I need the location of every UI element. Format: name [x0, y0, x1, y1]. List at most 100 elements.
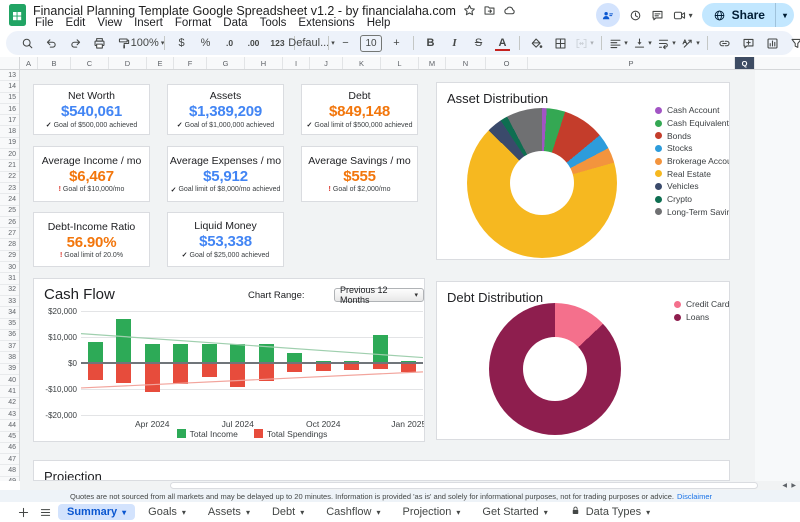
menu-help[interactable]: Help: [361, 17, 397, 30]
sheet-tab-cashflow[interactable]: Cashflow▾: [317, 504, 389, 520]
bold-button[interactable]: B: [419, 34, 442, 53]
comments-button[interactable]: [651, 9, 664, 22]
insert-comment-button[interactable]: [737, 34, 760, 53]
kpi-card[interactable]: Assets$1,389,209✓Goal of $1,000,000 achi…: [167, 84, 284, 135]
sheet-tab-assets[interactable]: Assets▾: [199, 504, 259, 520]
all-sheets-button[interactable]: [36, 503, 54, 521]
row-header-38[interactable]: 38: [0, 352, 19, 363]
row-header-13[interactable]: 13: [0, 70, 19, 81]
row-header-42[interactable]: 42: [0, 398, 19, 409]
column-header-E[interactable]: E: [147, 57, 174, 69]
row-header-41[interactable]: 41: [0, 386, 19, 397]
column-header-P[interactable]: P: [528, 57, 735, 69]
column-header-A[interactable]: A: [20, 57, 38, 69]
insert-link-button[interactable]: [713, 34, 736, 53]
scroll-right-button[interactable]: ▶: [791, 482, 796, 490]
row-header-14[interactable]: 14: [0, 81, 19, 92]
zoom-button[interactable]: 100%▾: [136, 34, 159, 53]
row-header-32[interactable]: 32: [0, 285, 19, 296]
increase-decimal-places-button[interactable]: .00: [242, 34, 265, 53]
select-all-corner[interactable]: [0, 57, 20, 70]
menu-edit[interactable]: Edit: [60, 17, 92, 30]
column-header-N[interactable]: N: [446, 57, 486, 69]
column-header-H[interactable]: H: [245, 57, 283, 69]
disclaimer-link[interactable]: Disclaimer: [677, 492, 712, 501]
print-button[interactable]: [88, 34, 111, 53]
row-header-23[interactable]: 23: [0, 183, 19, 194]
column-header-B[interactable]: B: [38, 57, 71, 69]
row-header-44[interactable]: 44: [0, 420, 19, 431]
text-color-button[interactable]: A: [491, 34, 514, 53]
undo-button[interactable]: [40, 34, 63, 53]
row-header-27[interactable]: 27: [0, 228, 19, 239]
column-header-M[interactable]: M: [419, 57, 446, 69]
chart-range-select[interactable]: Previous 12 Months ▾: [334, 288, 424, 302]
menu-extensions[interactable]: Extensions: [292, 17, 360, 30]
row-header-33[interactable]: 33: [0, 296, 19, 307]
row-header-24[interactable]: 24: [0, 194, 19, 205]
search-button[interactable]: [16, 34, 39, 53]
add-sheet-button[interactable]: [14, 503, 32, 521]
italic-button[interactable]: I: [443, 34, 466, 53]
text-rotation-button[interactable]: ▾: [679, 34, 702, 53]
create-filter-button[interactable]: [785, 34, 800, 53]
row-header-22[interactable]: 22: [0, 172, 19, 183]
sheet-tab-goals[interactable]: Goals▾: [139, 504, 195, 520]
row-header-40[interactable]: 40: [0, 375, 19, 386]
strikethrough-button[interactable]: S: [467, 34, 490, 53]
cash-flow-panel[interactable]: Cash Flow Chart Range: Previous 12 Month…: [33, 278, 425, 442]
format-as-percent-button[interactable]: %: [194, 34, 217, 53]
star-icon[interactable]: [463, 4, 476, 17]
row-header-21[interactable]: 21: [0, 160, 19, 171]
row-header-31[interactable]: 31: [0, 273, 19, 284]
kpi-card[interactable]: Liquid Money$53,338✓Goal of $25,000 achi…: [167, 212, 284, 267]
column-header-K[interactable]: K: [343, 57, 381, 69]
row-header-17[interactable]: 17: [0, 115, 19, 126]
document-title[interactable]: Financial Planning Template Google Sprea…: [33, 4, 456, 18]
row-header-28[interactable]: 28: [0, 239, 19, 250]
row-header-45[interactable]: 45: [0, 432, 19, 443]
borders-button[interactable]: [549, 34, 572, 53]
kpi-card[interactable]: Net Worth$540,061✓Goal of $500,000 achie…: [33, 84, 150, 135]
kpi-card[interactable]: Debt-Income Ratio56.90%!Goal limit of 20…: [33, 212, 150, 267]
row-header-29[interactable]: 29: [0, 251, 19, 262]
row-header-37[interactable]: 37: [0, 341, 19, 352]
scrollbar-thumb[interactable]: [170, 482, 758, 489]
fill-color-button[interactable]: [525, 34, 548, 53]
column-header-J[interactable]: J: [310, 57, 343, 69]
column-header-L[interactable]: L: [381, 57, 419, 69]
sheet-tab-projection[interactable]: Projection▾: [393, 504, 469, 520]
sheet-tab-debt[interactable]: Debt▾: [263, 504, 313, 520]
column-header-I[interactable]: I: [283, 57, 310, 69]
row-header-35[interactable]: 35: [0, 319, 19, 330]
row-header-30[interactable]: 30: [0, 262, 19, 273]
column-header-F[interactable]: F: [174, 57, 207, 69]
row-header-18[interactable]: 18: [0, 126, 19, 137]
meet-button[interactable]: ▾: [673, 9, 693, 22]
more-formats-button[interactable]: 123: [266, 34, 289, 53]
vertical-align-button[interactable]: ▾: [631, 34, 654, 53]
kpi-card[interactable]: Debt$849,148✓Goal limit of $500,000 achi…: [301, 84, 418, 135]
merge-cells-button[interactable]: ▾: [573, 34, 596, 53]
column-header-C[interactable]: C: [71, 57, 109, 69]
column-header-G[interactable]: G: [207, 57, 245, 69]
cloud-status-icon[interactable]: [503, 4, 516, 17]
menu-tools[interactable]: Tools: [254, 17, 293, 30]
font-size-button[interactable]: 10: [360, 35, 382, 52]
redo-button[interactable]: [64, 34, 87, 53]
move-folder-icon[interactable]: [483, 4, 496, 17]
row-header-47[interactable]: 47: [0, 454, 19, 465]
decrease-font-size-button[interactable]: −: [334, 34, 357, 53]
row-header-36[interactable]: 36: [0, 330, 19, 341]
row-header-20[interactable]: 20: [0, 149, 19, 160]
row-header-26[interactable]: 26: [0, 217, 19, 228]
row-header-39[interactable]: 39: [0, 364, 19, 375]
row-header-34[interactable]: 34: [0, 307, 19, 318]
sheet-tab-get-started[interactable]: Get Started▾: [473, 504, 556, 520]
text-wrapping-button[interactable]: ▾: [655, 34, 678, 53]
sheet-tab-summary[interactable]: Summary▾: [58, 504, 135, 520]
format-as-currency-button[interactable]: $: [170, 34, 193, 53]
row-header-25[interactable]: 25: [0, 206, 19, 217]
sheets-logo-icon[interactable]: [9, 4, 26, 26]
row-header-46[interactable]: 46: [0, 443, 19, 454]
